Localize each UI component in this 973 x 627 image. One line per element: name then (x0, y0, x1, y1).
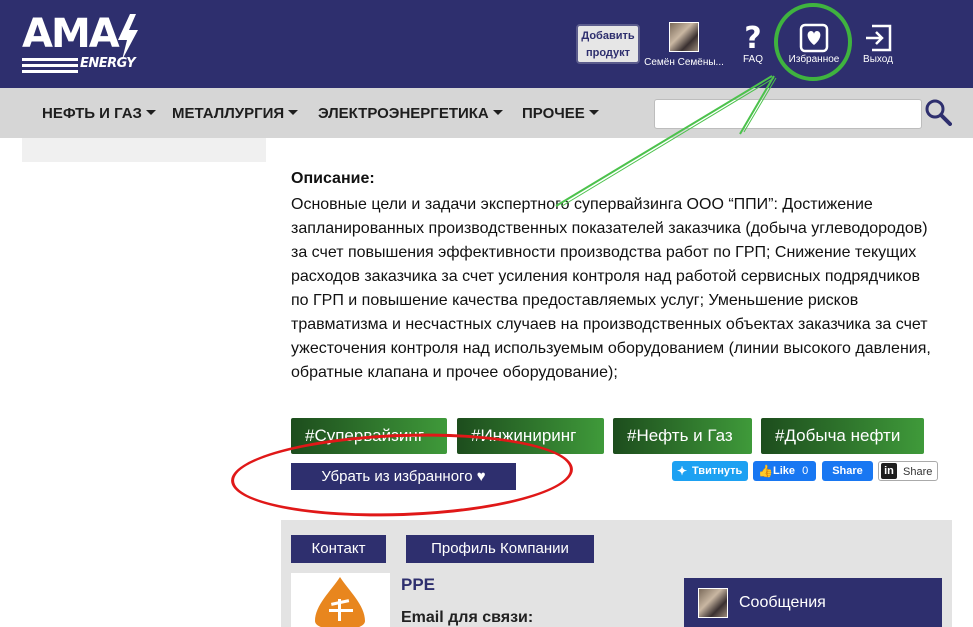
nav-item-other[interactable]: ПРОЧЕЕ (522, 105, 599, 122)
add-product-label-line2: продукт (585, 47, 631, 59)
nav-item-label: МЕТАЛЛУРГИЯ (172, 105, 285, 122)
facebook-share-button[interactable]: Share (822, 461, 873, 481)
annotation-red-ellipse (229, 428, 575, 522)
add-product-label-line1: Добавить (581, 30, 635, 42)
logo-stripes (22, 58, 78, 76)
company-logo (291, 573, 390, 627)
thumbs-up-icon: 👍 (758, 464, 773, 478)
tab-contact[interactable]: Контакт (291, 535, 386, 563)
description-text: Основные цели и задачи экспертного супер… (291, 196, 931, 381)
logo-subtext: ENERGY (80, 56, 136, 71)
caret-down-icon (588, 110, 599, 116)
company-name[interactable]: PPE (401, 575, 435, 595)
site-logo[interactable]: AMA ENERGY (22, 12, 142, 76)
lightning-icon (118, 14, 138, 60)
nav-item-label: ЭЛЕКТРОЭНЕРГЕТИКА (318, 105, 489, 122)
caret-down-icon (492, 110, 503, 116)
linkedin-share-button[interactable]: in Share (878, 461, 938, 481)
messages-label: Сообщения (739, 594, 826, 611)
tag-oil-production[interactable]: #Добыча нефти (761, 418, 924, 454)
search-icon[interactable] (924, 98, 952, 126)
messages-widget[interactable]: Сообщения (684, 578, 942, 627)
twitter-share-button[interactable]: ✦ Твитнуть (672, 461, 748, 481)
search-input[interactable] (654, 99, 922, 129)
page: AMA ENERGY Добавить продукт Семён Семёны… (0, 0, 973, 627)
question-icon: ? (744, 20, 762, 56)
messages-avatar (698, 588, 728, 618)
nav-item-label: ПРОЧЕЕ (522, 105, 585, 122)
logo-text: AMA (22, 11, 120, 57)
annotation-green-circle (774, 3, 852, 81)
nav-item-power[interactable]: ЭЛЕКТРОЭНЕРГЕТИКА (318, 105, 503, 122)
tag-oil-gas[interactable]: #Нефть и Газ (613, 418, 752, 454)
fb-like-label: Like (773, 465, 796, 477)
user-name: Семён Семёны... (644, 57, 724, 68)
faq-label: FAQ (742, 54, 763, 65)
logout-icon (866, 24, 892, 52)
top-header: AMA ENERGY Добавить продукт Семён Семёны… (0, 0, 973, 88)
nav-item-oil-gas[interactable]: НЕФТЬ И ГАЗ (42, 105, 156, 122)
tab-company-profile[interactable]: Профиль Компании (406, 535, 594, 563)
nav-item-label: НЕФТЬ И ГАЗ (42, 105, 142, 122)
caret-down-icon (288, 110, 299, 116)
oil-drop-logo-icon (315, 577, 365, 627)
linkedin-icon: in (881, 463, 897, 479)
facebook-like-button[interactable]: 👍 Like 0 (753, 461, 816, 481)
nav-item-metallurgy[interactable]: МЕТАЛЛУРГИЯ (172, 105, 299, 122)
description-heading: Описание: (291, 170, 375, 187)
add-product-button[interactable]: Добавить продукт (576, 24, 640, 64)
faq-link[interactable]: ? FAQ (738, 20, 768, 66)
logout-link[interactable]: Выход (858, 22, 898, 65)
caret-down-icon (145, 110, 156, 116)
user-avatar (669, 22, 699, 52)
user-profile-link[interactable]: Семён Семёны... (644, 22, 724, 68)
sidebar-panel (22, 138, 266, 162)
twitter-icon: ✦ (677, 464, 688, 478)
logout-label: Выход (863, 54, 893, 65)
fb-like-count: 0 (802, 465, 809, 477)
linkedin-label: Share (903, 466, 933, 478)
email-label: Email для связи: (401, 609, 534, 626)
twitter-label: Твитнуть (692, 465, 743, 477)
